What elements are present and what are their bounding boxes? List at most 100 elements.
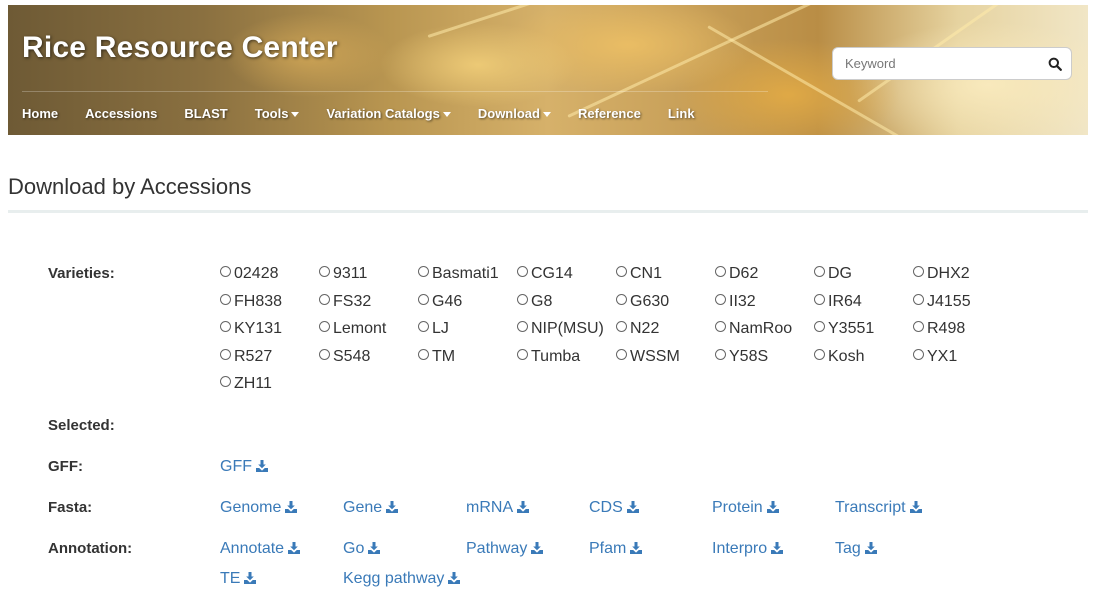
variety-option[interactable]: Lemont [319, 320, 386, 338]
download-link-protein[interactable]: Protein [712, 499, 779, 518]
download-link-transcript[interactable]: Transcript [835, 499, 922, 518]
variety-option[interactable]: Y58S [715, 348, 768, 366]
variety-option[interactable]: G630 [616, 293, 669, 311]
radio-icon[interactable] [715, 266, 726, 277]
site-title[interactable]: Rice Resource Center [22, 31, 338, 65]
download-link-gene[interactable]: Gene [343, 499, 399, 518]
variety-option[interactable]: G46 [418, 293, 462, 311]
variety-option[interactable]: FH838 [220, 293, 282, 311]
download-icon [448, 571, 461, 589]
download-link-tag[interactable]: Tag [835, 540, 877, 559]
download-link-pfam[interactable]: Pfam [589, 540, 643, 559]
variety-option[interactable]: DG [814, 265, 852, 283]
variety-option[interactable]: II32 [715, 293, 756, 311]
download-link-mrna[interactable]: mRNA [466, 499, 530, 518]
radio-icon[interactable] [913, 321, 924, 332]
variety-option[interactable]: Kosh [814, 348, 864, 366]
radio-icon[interactable] [715, 294, 726, 305]
search-box[interactable] [832, 47, 1072, 80]
variety-option[interactable]: R527 [220, 348, 272, 366]
nav-item-home[interactable]: Home [22, 106, 58, 121]
variety-option[interactable]: FS32 [319, 293, 371, 311]
download-link-gff[interactable]: GFF [220, 458, 268, 477]
radio-icon[interactable] [616, 294, 627, 305]
variety-option[interactable]: KY131 [220, 320, 282, 338]
variety-label: DG [828, 265, 852, 282]
nav-item-accessions[interactable]: Accessions [85, 106, 157, 121]
variety-option[interactable]: LJ [418, 320, 449, 338]
radio-icon[interactable] [319, 294, 330, 305]
variety-option[interactable]: NIP(MSU) [517, 320, 604, 338]
variety-option[interactable]: Y3551 [814, 320, 874, 338]
variety-option[interactable]: TM [418, 348, 455, 366]
download-icon [864, 541, 877, 559]
download-icon [531, 541, 544, 559]
radio-icon[interactable] [715, 349, 726, 360]
download-link-annotate[interactable]: Annotate [220, 540, 301, 559]
radio-icon[interactable] [814, 349, 825, 360]
variety-option[interactable]: CG14 [517, 265, 573, 283]
variety-option[interactable]: Basmati1 [418, 265, 499, 283]
nav-item-tools[interactable]: Tools [255, 106, 300, 121]
radio-icon[interactable] [913, 266, 924, 277]
radio-icon[interactable] [220, 321, 231, 332]
variety-option[interactable]: D62 [715, 265, 758, 283]
radio-icon[interactable] [517, 321, 528, 332]
variety-option[interactable]: 9311 [319, 265, 367, 283]
download-link-genome[interactable]: Genome [220, 499, 298, 518]
download-link-cds[interactable]: CDS [589, 499, 639, 518]
radio-icon[interactable] [319, 321, 330, 332]
variety-option[interactable]: S548 [319, 348, 370, 366]
radio-icon[interactable] [517, 266, 528, 277]
radio-icon[interactable] [418, 294, 429, 305]
radio-icon[interactable] [517, 294, 528, 305]
variety-option[interactable]: CN1 [616, 265, 662, 283]
radio-icon[interactable] [616, 349, 627, 360]
radio-icon[interactable] [220, 376, 231, 387]
nav-item-link[interactable]: Link [668, 106, 695, 121]
radio-icon[interactable] [220, 349, 231, 360]
nav-item-variation-catalogs[interactable]: Variation Catalogs [326, 106, 451, 121]
variety-option[interactable]: Tumba [517, 348, 580, 366]
radio-icon[interactable] [715, 321, 726, 332]
radio-icon[interactable] [418, 349, 429, 360]
radio-icon[interactable] [220, 266, 231, 277]
radio-icon[interactable] [517, 349, 528, 360]
radio-icon[interactable] [814, 266, 825, 277]
variety-option[interactable]: R498 [913, 320, 965, 338]
radio-icon[interactable] [913, 349, 924, 360]
download-link-interpro[interactable]: Interpro [712, 540, 784, 559]
nav-item-blast[interactable]: BLAST [184, 106, 227, 121]
download-link-label: GFF [220, 458, 252, 475]
radio-icon[interactable] [814, 321, 825, 332]
variety-option[interactable]: 02428 [220, 265, 279, 283]
download-link-te[interactable]: TE [220, 570, 257, 589]
variety-option[interactable]: J4155 [913, 293, 971, 311]
variety-option[interactable]: DHX2 [913, 265, 970, 283]
download-link-kegg-pathway[interactable]: Kegg pathway [343, 570, 461, 589]
radio-icon[interactable] [814, 294, 825, 305]
radio-icon[interactable] [616, 321, 627, 332]
variety-option[interactable]: WSSM [616, 348, 680, 366]
radio-icon[interactable] [220, 294, 231, 305]
variety-option[interactable]: ZH11 [220, 375, 272, 393]
radio-icon[interactable] [319, 266, 330, 277]
variety-option[interactable]: NamRoo [715, 320, 792, 338]
download-icon [368, 541, 381, 559]
radio-icon[interactable] [418, 321, 429, 332]
variety-option[interactable]: G8 [517, 293, 552, 311]
search-input[interactable] [843, 55, 1042, 72]
variety-label: II32 [729, 293, 756, 310]
radio-icon[interactable] [616, 266, 627, 277]
radio-icon[interactable] [418, 266, 429, 277]
nav-item-reference[interactable]: Reference [578, 106, 641, 121]
radio-icon[interactable] [913, 294, 924, 305]
nav-item-download[interactable]: Download [478, 106, 551, 121]
variety-option[interactable]: YX1 [913, 348, 957, 366]
download-link-go[interactable]: Go [343, 540, 381, 559]
variety-option[interactable]: IR64 [814, 293, 862, 311]
variety-option[interactable]: N22 [616, 320, 659, 338]
radio-icon[interactable] [319, 349, 330, 360]
search-icon[interactable] [1048, 57, 1062, 71]
download-link-pathway[interactable]: Pathway [466, 540, 544, 559]
